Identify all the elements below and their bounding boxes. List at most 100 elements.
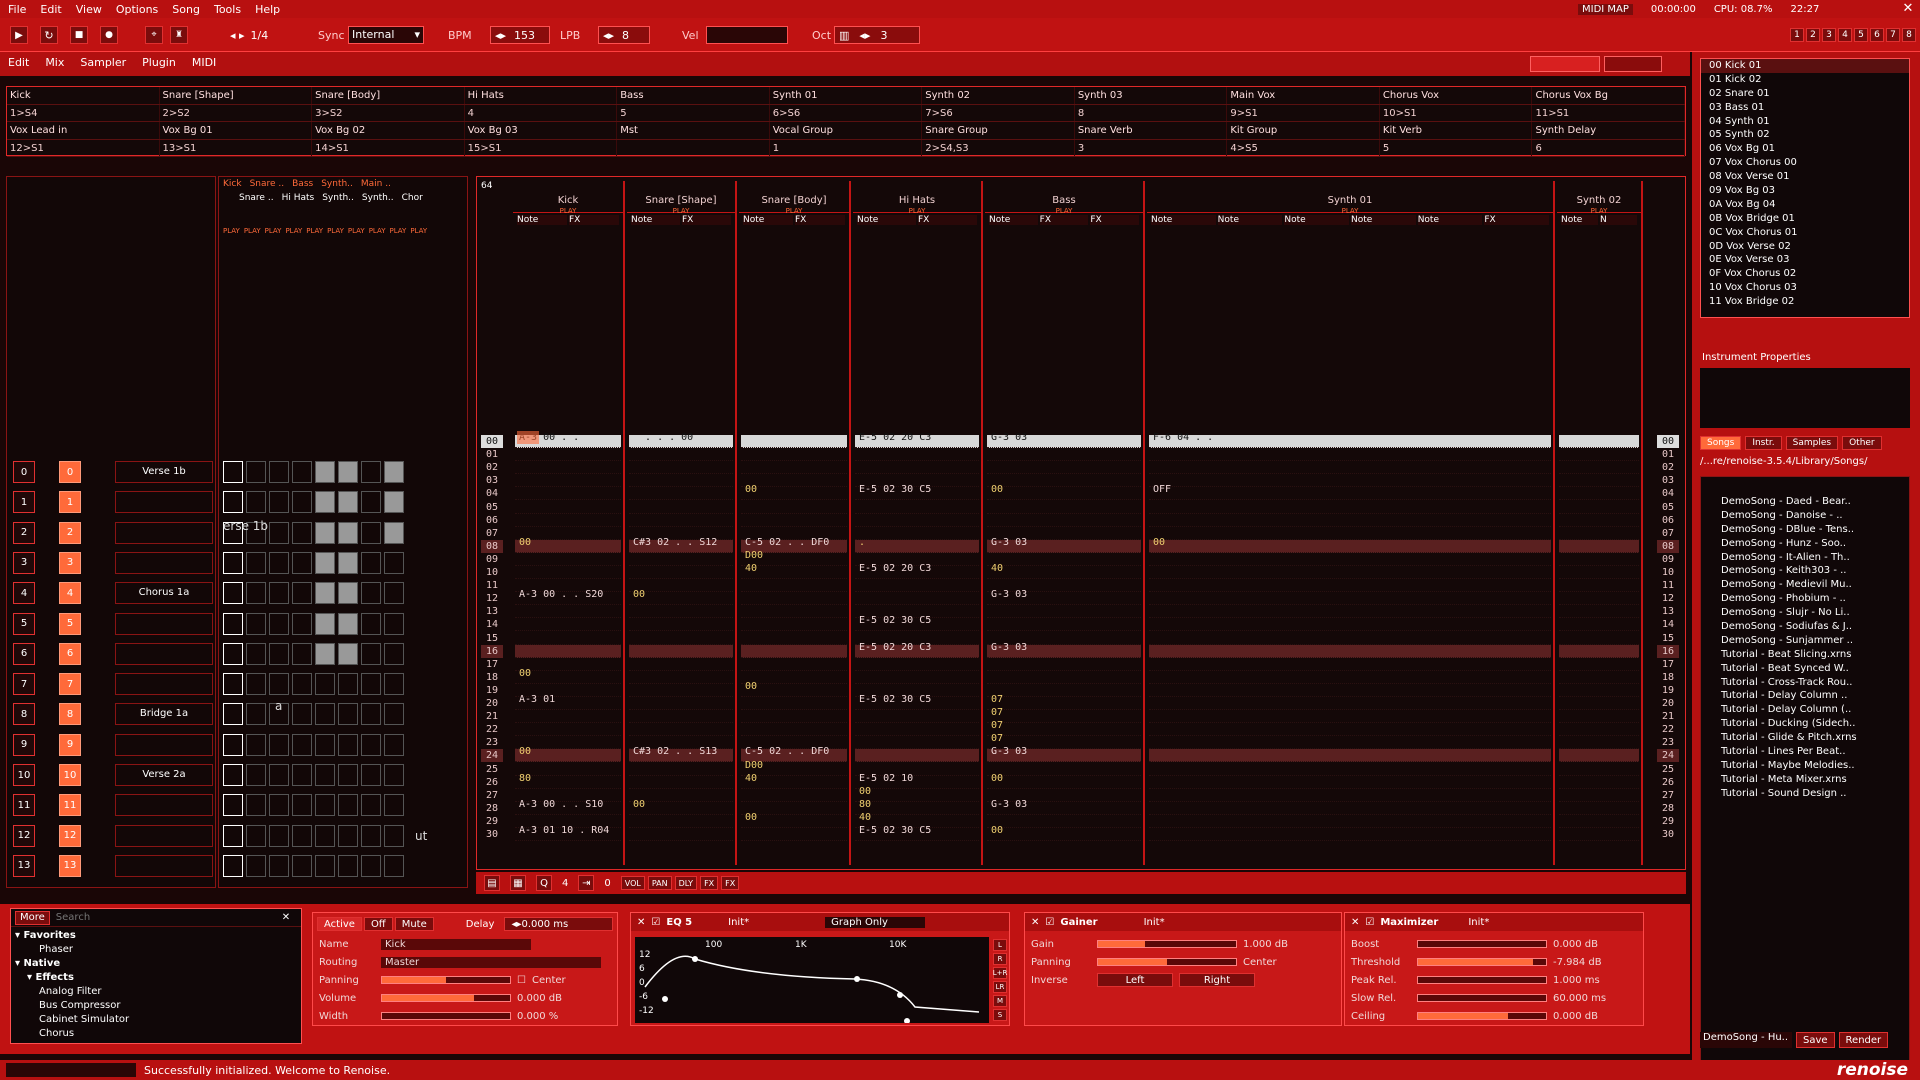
pattern-line[interactable] xyxy=(855,658,979,671)
routing-cell[interactable] xyxy=(617,139,770,156)
browser-tab-other[interactable]: Other xyxy=(1842,436,1882,450)
browser-tab-samples[interactable]: Samples xyxy=(1785,436,1839,450)
pattern-line[interactable] xyxy=(741,828,847,842)
routing-cell[interactable]: 4>S5 xyxy=(1227,139,1380,156)
eq-channel-button[interactable]: R xyxy=(993,953,1007,965)
step-control[interactable]: ◂ ▸ 1/4 xyxy=(230,26,300,44)
instrument-item[interactable]: 00 Kick 01 xyxy=(1701,59,1909,73)
column-header[interactable]: FX xyxy=(569,215,619,225)
matrix-slot[interactable] xyxy=(223,854,243,877)
pattern-line[interactable] xyxy=(1149,501,1551,514)
pattern-line[interactable] xyxy=(987,553,1141,566)
column-header[interactable]: FX xyxy=(918,215,977,225)
matrix-slot[interactable] xyxy=(384,854,404,877)
track-name-field[interactable]: Kick xyxy=(381,938,531,950)
pattern-line[interactable] xyxy=(741,710,847,724)
pattern-event[interactable]: 07 xyxy=(991,732,1003,745)
render-button[interactable]: Render xyxy=(1838,1032,1889,1048)
pattern-line[interactable] xyxy=(741,632,847,645)
pattern-line[interactable] xyxy=(1149,514,1551,527)
routing-cell[interactable]: 9>S1 xyxy=(1227,104,1380,121)
pattern-event[interactable]: D00 xyxy=(745,759,763,772)
column-toggle-vol[interactable]: VOL xyxy=(620,876,645,890)
sequence-section[interactable]: Verse 1b xyxy=(115,461,213,483)
pattern-line[interactable] xyxy=(1559,671,1639,684)
routing-select[interactable]: Master xyxy=(381,956,601,968)
pattern-line[interactable] xyxy=(629,723,733,737)
spectrum-display[interactable] xyxy=(1604,56,1662,72)
matrix-slot[interactable] xyxy=(269,733,289,756)
sequence-number[interactable]: 13 xyxy=(13,854,35,877)
matrix-slot[interactable] xyxy=(338,521,358,544)
column-header[interactable]: FX xyxy=(795,215,845,225)
matrix-slot[interactable] xyxy=(384,642,404,665)
pattern-line[interactable] xyxy=(515,566,621,580)
pattern-line[interactable] xyxy=(515,474,621,488)
matrix-header[interactable]: Synth.. xyxy=(362,193,394,203)
pattern-line[interactable] xyxy=(741,579,847,593)
quantize-value[interactable]: 4 xyxy=(562,878,568,889)
pattern-line[interactable] xyxy=(1149,461,1551,475)
matrix-slot[interactable] xyxy=(223,794,243,817)
volume-slider[interactable] xyxy=(381,994,511,1002)
file-item[interactable]: Tutorial - Sound Design .. xyxy=(1701,787,1909,801)
pattern-line[interactable] xyxy=(987,605,1141,619)
pattern-line[interactable] xyxy=(987,658,1141,671)
matrix-slot[interactable] xyxy=(315,703,335,726)
pattern-event[interactable]: 07 xyxy=(991,706,1003,719)
pattern-line[interactable] xyxy=(1149,736,1551,750)
matrix-slot[interactable] xyxy=(361,551,381,574)
pattern-event[interactable]: C#3 02 . . S12 xyxy=(633,536,717,549)
grid-icon[interactable]: ▤ xyxy=(484,875,500,891)
pattern-line[interactable] xyxy=(629,828,733,842)
pattern-line[interactable] xyxy=(1149,749,1551,763)
matrix-slot[interactable] xyxy=(246,703,266,726)
matrix-header[interactable]: Snare .. xyxy=(250,179,285,189)
matrix-slot[interactable] xyxy=(384,703,404,726)
pattern-line[interactable] xyxy=(1559,605,1639,619)
matrix-slot[interactable] xyxy=(361,582,381,605)
eq-graph[interactable]: 100 1K 10K 12 6 0 -6 -12 xyxy=(635,937,989,1023)
midi-map-label[interactable]: MIDI MAP xyxy=(1578,3,1633,15)
sequence-number[interactable]: 5 xyxy=(13,612,35,635)
selected-file[interactable]: DemoSong - Hu.. xyxy=(1700,1032,1792,1048)
eq-channel-button[interactable]: M xyxy=(993,995,1007,1007)
pattern-line[interactable] xyxy=(1559,435,1639,449)
pattern-event[interactable]: A-3 00 . . S10 xyxy=(519,798,603,811)
pattern-line[interactable] xyxy=(1559,776,1639,789)
pattern-line[interactable] xyxy=(1559,501,1639,514)
browser-tab-instr[interactable]: Instr. xyxy=(1745,436,1782,450)
pattern-event[interactable]: 40 xyxy=(745,562,757,575)
column-header[interactable]: Note xyxy=(1561,215,1598,225)
matrix-slot[interactable] xyxy=(315,551,335,574)
routing-cell[interactable]: Vox Lead in xyxy=(7,122,160,139)
matrix-slot[interactable] xyxy=(384,612,404,635)
routing-cell[interactable]: Snare Verb xyxy=(1075,122,1228,139)
file-item[interactable]: DemoSong - Daed - Bear.. xyxy=(1701,495,1909,509)
routing-cell[interactable]: 1>S4 xyxy=(7,104,160,121)
panning-slider[interactable] xyxy=(381,976,511,984)
pattern-event[interactable]: 80 xyxy=(519,772,531,785)
matrix-header[interactable]: Hi Hats xyxy=(282,193,315,203)
active-button[interactable]: Active xyxy=(317,917,362,931)
matrix-slot[interactable] xyxy=(315,461,335,483)
track-button[interactable]: 3 xyxy=(1822,28,1836,42)
matrix-slot[interactable] xyxy=(361,794,381,817)
routing-cell[interactable]: 4 xyxy=(465,104,618,121)
dsp-item[interactable]: Analog Filter xyxy=(11,985,301,999)
routing-cell[interactable]: 2>S4,S3 xyxy=(922,139,1075,156)
routing-cell[interactable]: Main Vox xyxy=(1227,87,1380,104)
matrix-slot[interactable] xyxy=(338,551,358,574)
matrix-slot[interactable] xyxy=(246,854,266,877)
routing-cell[interactable]: Synth Delay xyxy=(1532,122,1686,139)
routing-cell[interactable]: 6 xyxy=(1532,139,1686,156)
pattern-line[interactable] xyxy=(1149,487,1551,501)
track-button[interactable]: 4 xyxy=(1838,28,1852,42)
matrix-slot[interactable] xyxy=(269,673,289,696)
tab-sampler[interactable]: Sampler xyxy=(80,56,126,72)
track-column[interactable]: Synth 01 PLAY Note Note Note Note Note FX xyxy=(1147,181,1555,865)
matrix-slot[interactable] xyxy=(384,461,404,483)
pattern-line[interactable] xyxy=(1149,710,1551,724)
pattern-line[interactable] xyxy=(855,527,979,540)
sequence-pattern[interactable]: 1 xyxy=(59,491,81,514)
